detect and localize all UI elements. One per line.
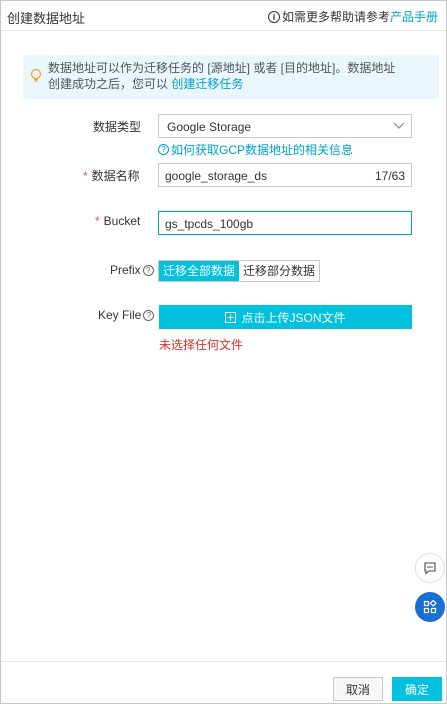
help-hint: i 如需更多帮助请参考 产品手册 xyxy=(267,8,438,25)
lightbulb-icon xyxy=(30,68,42,82)
create-data-address-dialog: 创建数据地址 i 如需更多帮助请参考 产品手册 数据地址可以作为迁移任务的 [源… xyxy=(0,0,447,704)
no-file-message: 未选择任何文件 xyxy=(159,338,244,352)
confirm-button[interactable]: 确定 xyxy=(392,677,442,701)
data-type-select[interactable]: Google Storage xyxy=(158,114,412,138)
tip-line-2-prefix: 创建成功之后，您可以 xyxy=(48,77,169,91)
data-name-counter: 17/63 xyxy=(374,169,405,183)
prefix-label: Prefix ? xyxy=(110,263,156,277)
data-type-label: 数据类型 xyxy=(93,120,142,134)
info-icon: i xyxy=(267,10,280,23)
chevron-down-icon xyxy=(393,122,405,129)
tip-line-2: 创建成功之后，您可以 创建迁移任务 xyxy=(48,76,432,92)
product-manual-link[interactable]: 产品手册 xyxy=(390,8,438,25)
bucket-label-text: Bucket xyxy=(103,214,141,228)
dialog-header: 创建数据地址 i 如需更多帮助请参考 产品手册 xyxy=(1,1,446,31)
tip-line-1: 数据地址可以作为迁移任务的 [源地址] 或者 [目的地址]。数据地址 xyxy=(48,61,396,75)
info-tip: 数据地址可以作为迁移任务的 [源地址] 或者 [目的地址]。数据地址 创建成功之… xyxy=(23,55,439,99)
question-icon: ? xyxy=(158,144,169,155)
keyfile-label: Key File ? xyxy=(98,308,156,322)
data-name-input[interactable]: google_storage_ds 17/63 xyxy=(158,163,412,187)
data-name-value: google_storage_ds xyxy=(165,169,268,183)
migrate-partial-option[interactable]: 迁移部分数据 xyxy=(239,261,320,281)
gcp-help-text: 如何获取GCP数据地址的相关信息 xyxy=(171,143,354,157)
bucket-input[interactable]: gs_tpcds_100gb xyxy=(158,211,412,235)
upload-json-label: 点击上传JSON文件 xyxy=(241,310,346,325)
help-prefix: 如需更多帮助请参考 xyxy=(281,10,390,24)
data-type-value: Google Storage xyxy=(167,120,252,134)
question-icon[interactable]: ? xyxy=(142,264,154,276)
tip-text: 数据地址可以作为迁移任务的 [源地址] 或者 [目的地址]。数据地址 创建成功之… xyxy=(48,60,432,92)
dialog-title: 创建数据地址 xyxy=(7,11,86,26)
question-icon[interactable]: ? xyxy=(143,309,155,321)
bucket-label: * Bucket xyxy=(95,214,141,228)
prefix-mode-toggle: 迁移全部数据 迁移部分数据 xyxy=(158,260,321,282)
upload-icon xyxy=(225,311,237,323)
chat-button[interactable] xyxy=(415,553,445,583)
migrate-all-option[interactable]: 迁移全部数据 xyxy=(159,261,240,281)
bucket-value: gs_tpcds_100gb xyxy=(165,217,254,231)
data-name-label-text: 数据名称 xyxy=(91,169,140,183)
gcp-help-link[interactable]: ? 如何获取GCP数据地址的相关信息 xyxy=(158,141,353,158)
create-migration-task-link[interactable]: 创建迁移任务 xyxy=(171,77,243,91)
apps-icon xyxy=(423,600,437,614)
chat-icon xyxy=(424,562,436,575)
apps-button[interactable] xyxy=(415,592,445,622)
keyfile-label-text: Key File xyxy=(98,308,142,322)
upload-json-button[interactable]: 点击上传JSON文件 xyxy=(159,305,412,329)
prefix-label-text: Prefix xyxy=(110,263,141,277)
data-name-label: * 数据名称 xyxy=(83,169,140,183)
cancel-button[interactable]: 取消 xyxy=(333,677,383,701)
